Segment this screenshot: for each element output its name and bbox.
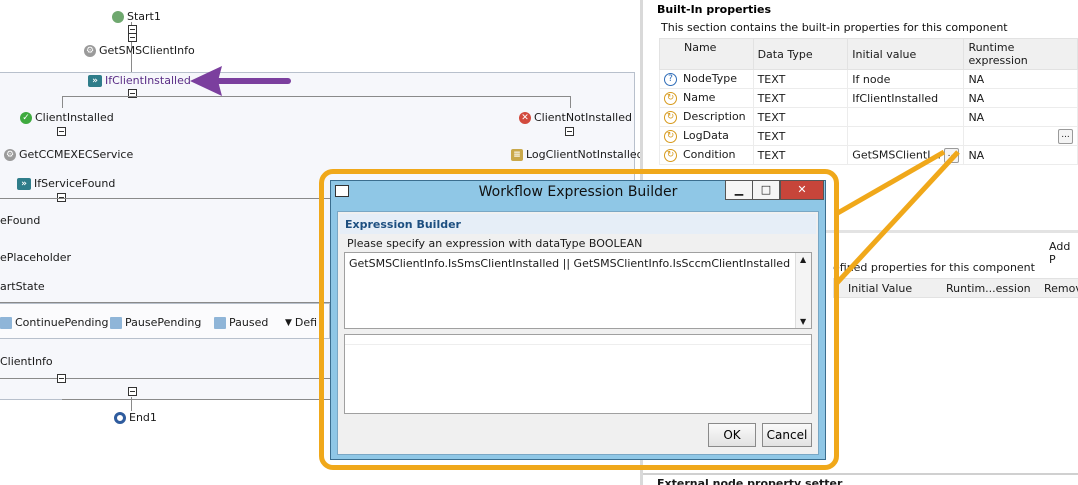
expression-text[interactable]: GetSMSClientInfo.IsSmsClientInstalled ||… bbox=[349, 257, 790, 270]
maximize-button[interactable]: □ bbox=[752, 180, 780, 200]
cancel-button[interactable]: Cancel bbox=[762, 423, 812, 447]
close-button[interactable]: ✕ bbox=[780, 180, 824, 200]
ok-button[interactable]: OK bbox=[708, 423, 756, 447]
dialog-client: Expression Builder Please specify an exp… bbox=[337, 211, 819, 455]
minimize-button[interactable]: ▁ bbox=[725, 180, 753, 200]
scrollbar[interactable]: ▲ ▼ bbox=[795, 253, 811, 328]
expression-input[interactable]: GetSMSClientInfo.IsSmsClientInstalled ||… bbox=[344, 252, 812, 329]
group-header: Expression Builder bbox=[340, 214, 816, 234]
helper-row bbox=[345, 335, 811, 345]
expression-builder-dialog: Workflow Expression Builder ▁ □ ✕ Expres… bbox=[330, 180, 826, 460]
group-label: Expression Builder bbox=[345, 218, 461, 231]
expression-helper-area[interactable] bbox=[344, 334, 812, 414]
chevron-up-icon[interactable]: ▲ bbox=[800, 255, 806, 264]
dialog-prompt: Please specify an expression with dataTy… bbox=[347, 237, 643, 250]
dialog-titlebar[interactable]: Workflow Expression Builder ▁ □ ✕ bbox=[331, 180, 825, 203]
chevron-down-icon[interactable]: ▼ bbox=[800, 317, 806, 326]
